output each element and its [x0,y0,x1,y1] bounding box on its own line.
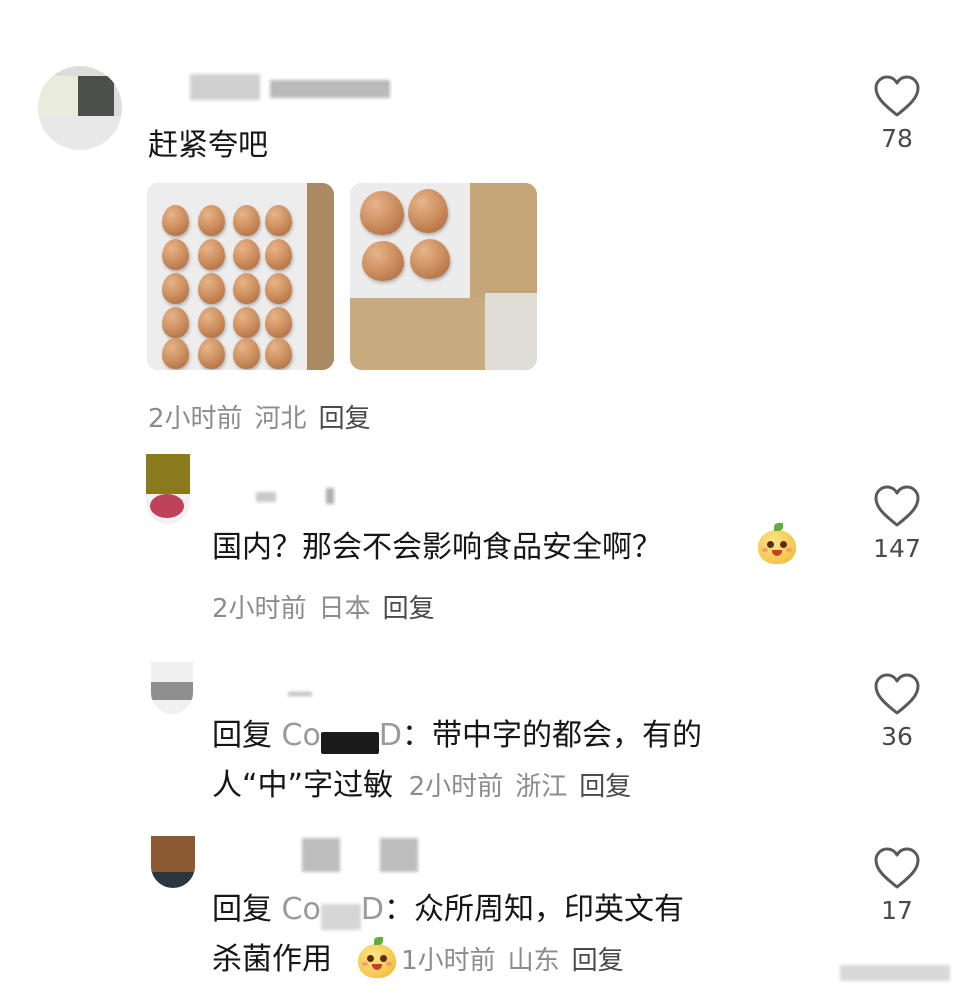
like-button[interactable]: 147 [857,484,937,563]
like-button[interactable]: 78 [857,74,937,153]
comment-line-1: ：带中字的都会，有的 [401,718,702,753]
reply-prefix: 回复 [212,892,272,927]
like-count: 17 [881,896,913,925]
avatar[interactable] [151,836,195,888]
avatar[interactable] [38,66,122,150]
comment-image-egg-closeup[interactable] [350,183,537,370]
mention-redaction [320,903,361,930]
comment-meta: 2小时前 河北 回复 [148,398,383,435]
mention-start[interactable]: Co [282,718,321,753]
smiling-pear-emoji-icon [758,523,796,564]
comment-time: 2小时前 [408,772,504,802]
comment-meta: 1小时前 山东 回复 [401,946,636,976]
mention-redaction [320,731,379,754]
comment-time: 2小时前 [148,404,243,434]
mention-start[interactable]: Co [282,892,321,927]
username-redacted[interactable] [288,690,318,700]
username-redacted[interactable] [190,74,390,102]
comment-meta: 2小时前 日本 回复 [212,588,447,625]
comment-text-line2: 杀菌作用 1小时前 山东 回复 [212,940,636,981]
heart-outline-icon [874,485,920,527]
comment-text-line2: 人“中”字过敏 2小时前 浙江 回复 [212,766,643,807]
avatar[interactable] [146,454,190,524]
watermark [840,965,950,983]
like-button[interactable]: 36 [857,672,937,751]
comment-text: 国内？那会不会影响食品安全啊？ [212,530,662,565]
like-button[interactable]: 17 [857,846,937,925]
mention-end[interactable]: D [361,892,384,927]
like-count: 78 [881,124,913,153]
comment-text: 回复 Co D：带中字的都会，有的 [212,716,702,756]
avatar[interactable] [151,662,193,714]
username-redacted[interactable] [302,836,422,874]
comment-time: 1小时前 [401,946,496,976]
username-redacted[interactable] [256,486,346,506]
heart-outline-icon [874,75,920,117]
reply-button[interactable]: 回复 [579,772,631,802]
reply-button[interactable]: 回复 [319,404,371,434]
comment-region: 日本 [318,594,371,624]
smiling-pear-emoji-icon [358,937,396,978]
heart-outline-icon [874,847,920,889]
comment-region: 浙江 [515,772,568,802]
mention-end[interactable]: D [379,718,402,753]
comment-text: 赶紧夸吧 [148,128,268,163]
comment-line-1: ：众所周知，印英文有 [383,892,684,927]
like-count: 147 [873,534,921,563]
comment-time: 2小时前 [212,594,307,624]
comment-image-egg-tray[interactable] [147,183,334,370]
reply-button[interactable]: 回复 [383,594,435,624]
reply-prefix: 回复 [212,718,272,753]
reply-button[interactable]: 回复 [572,946,624,976]
like-count: 36 [881,722,913,751]
comment-meta: 2小时前 浙江 回复 [409,772,644,802]
comment-text: 回复 Co D：众所周知，印英文有 [212,890,684,930]
comment-region: 山东 [507,946,560,976]
heart-outline-icon [874,673,920,715]
comment-region: 河北 [254,404,307,434]
